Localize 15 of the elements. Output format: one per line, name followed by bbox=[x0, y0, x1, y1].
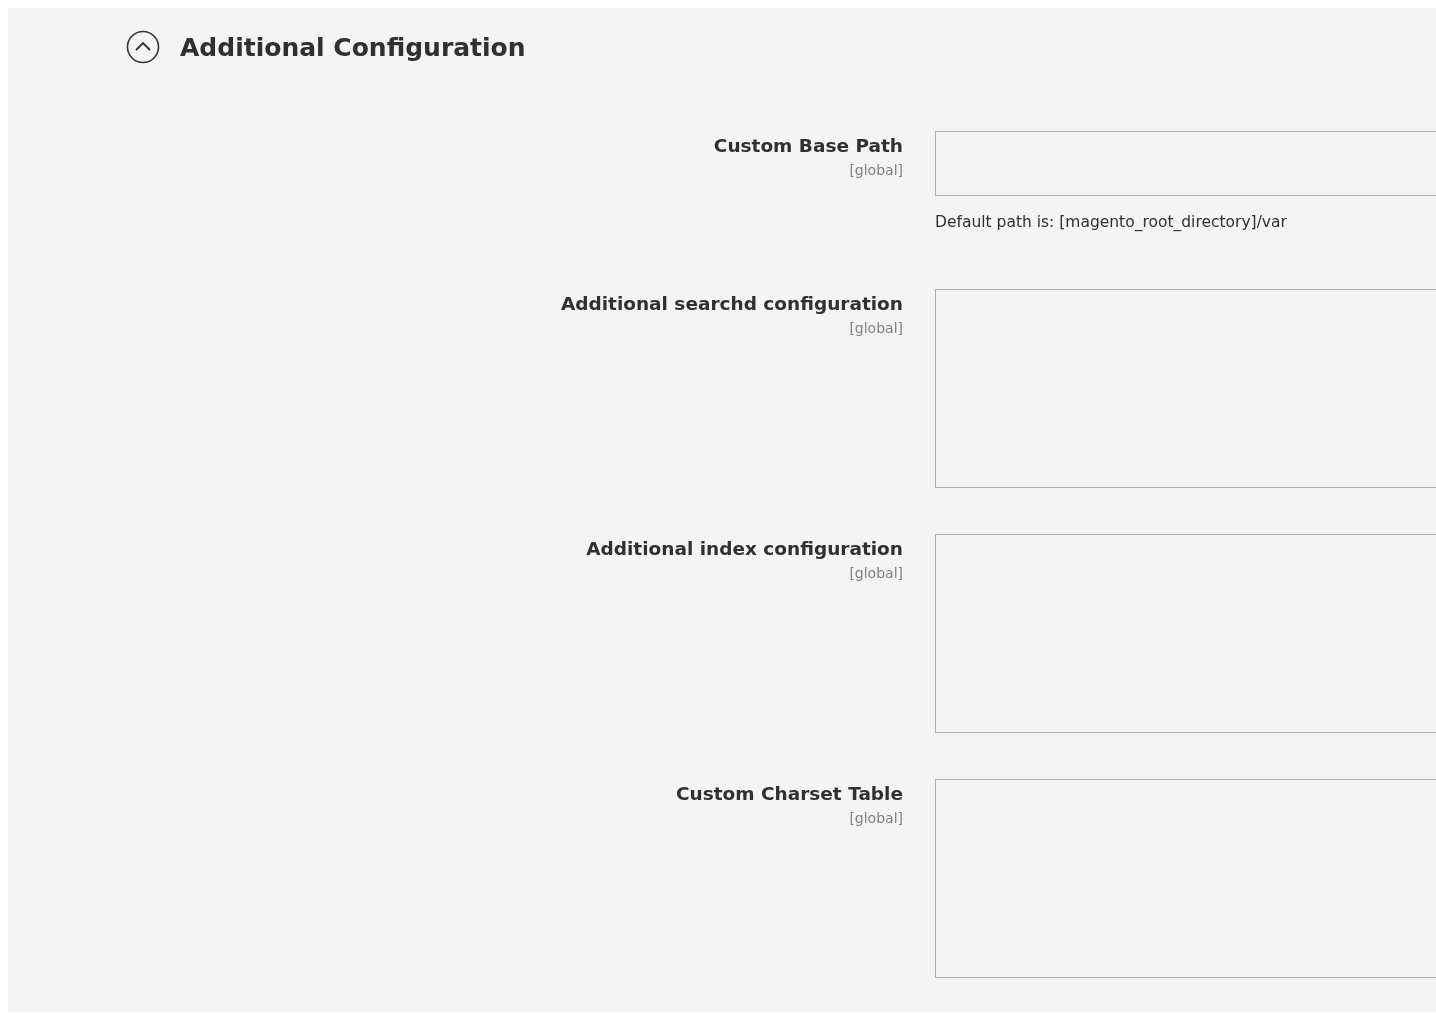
scope-label: [global] bbox=[849, 565, 903, 581]
help-text: Default path is: [magento_root_directory]/var bbox=[935, 213, 1288, 231]
collapse-icon[interactable] bbox=[126, 30, 160, 64]
textarea-field[interactable] bbox=[935, 289, 1436, 488]
scope-label: [global] bbox=[849, 320, 903, 336]
textarea-field[interactable] bbox=[935, 534, 1436, 733]
scope-label: [global] bbox=[849, 810, 903, 826]
field-label: Custom Charset Table bbox=[675, 783, 903, 804]
field-label: Additional searchd configuration bbox=[560, 293, 903, 314]
scope-label: [global] bbox=[849, 162, 903, 178]
field-label: Custom Base Path bbox=[713, 135, 903, 156]
field-label: Additional index configuration bbox=[586, 538, 903, 559]
input-field[interactable] bbox=[935, 131, 1436, 196]
section-title[interactable]: Additional Configuration bbox=[180, 32, 526, 62]
textarea-field[interactable] bbox=[935, 779, 1436, 978]
